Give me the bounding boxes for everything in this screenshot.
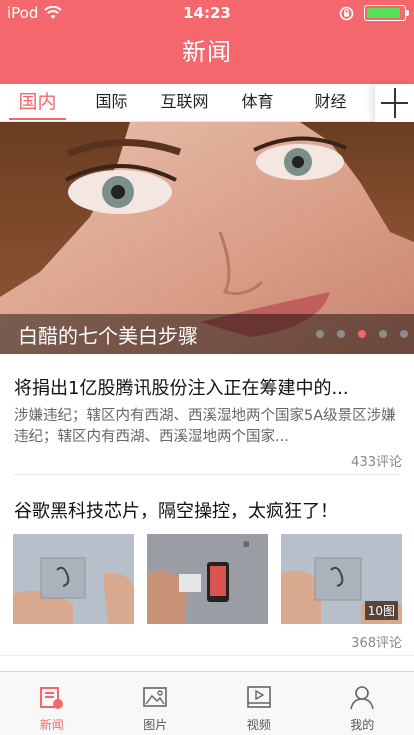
headline-carousel[interactable]: 白醋的七个美白步骤 [0,122,414,354]
carousel-dot[interactable] [337,330,345,338]
status-bar: iPod 14:23 [0,0,414,26]
bottom-tab-bar: 新闻 图片 视频 我的 [0,671,414,735]
carousel-pagination [316,330,408,338]
carousel-dot[interactable] [379,330,387,338]
carousel-dot[interactable] [400,330,408,338]
tab-internet[interactable]: 互联网 [148,84,221,122]
tab-international[interactable]: 国际 [75,84,148,122]
gallery-thumbnail[interactable]: ■ [147,534,268,624]
tabbar-item-video[interactable]: 视频 [207,672,311,735]
tab-finance[interactable]: 财经 [294,84,367,122]
carousel-dot[interactable] [358,330,366,338]
comment-count: 368评论 [351,636,402,651]
carousel-caption: 白醋的七个美白步骤 [18,324,198,348]
gallery-thumbnail[interactable] [13,534,134,624]
status-right [339,5,409,21]
rotation-lock-icon [339,6,354,20]
app-header: iPod 14:23 新闻 [0,0,414,84]
svg-text:■: ■ [243,540,250,548]
category-tabs: 国内 国际 互联网 体育 财经 [0,84,414,122]
tab-sports[interactable]: 体育 [221,84,294,122]
news-title: 谷歌黑科技芯片，隔空操控，太疯狂了！ [14,501,338,522]
profile-icon [350,686,375,710]
comment-count: 433评论 [351,455,402,470]
news-item[interactable]: 将捐出1亿股腾讯股份注入正在筹建中的... 涉嫌违纪；辖区内有西湖、西溪湿地两个… [0,354,414,474]
news-title: 将捐出1亿股腾讯股份注入正在筹建中的... [14,378,349,399]
news-icon [39,687,63,709]
tabbar-label: 我的 [350,718,375,732]
tabbar-item-news[interactable]: 新闻 [0,672,104,735]
tabbar-item-pictures[interactable]: 图片 [104,672,208,735]
news-item-gallery[interactable]: 谷歌黑科技芯片，隔空操控，太疯狂了！ ■ 10图 368评论 [0,475,414,670]
add-category-button[interactable] [374,84,414,122]
carousel-caption-bar: 白醋的七个美白步骤 [0,314,414,354]
gallery-thumbnails: ■ 10图 [13,534,402,624]
battery-icon [364,5,409,21]
gallery-thumbnail[interactable]: 10图 [281,534,402,624]
tabbar-label: 视频 [246,718,271,732]
video-icon [246,686,271,708]
tabbar-label: 图片 [143,718,168,732]
tabbar-item-profile[interactable]: 我的 [311,672,414,735]
tabbar-label: 新闻 [39,718,64,732]
news-summary: 涉嫌违纪；辖区内有西湖、西溪湿地两个国家5A级景区涉嫌违纪；辖区内有西湖、西溪湿… [14,408,396,445]
picture-icon [143,687,168,707]
carousel-dot[interactable] [316,330,324,338]
page-title: 新闻 [182,38,232,66]
tab-domestic[interactable]: 国内 [0,84,75,122]
divider [0,655,414,656]
image-count-badge: 10图 [364,601,398,620]
